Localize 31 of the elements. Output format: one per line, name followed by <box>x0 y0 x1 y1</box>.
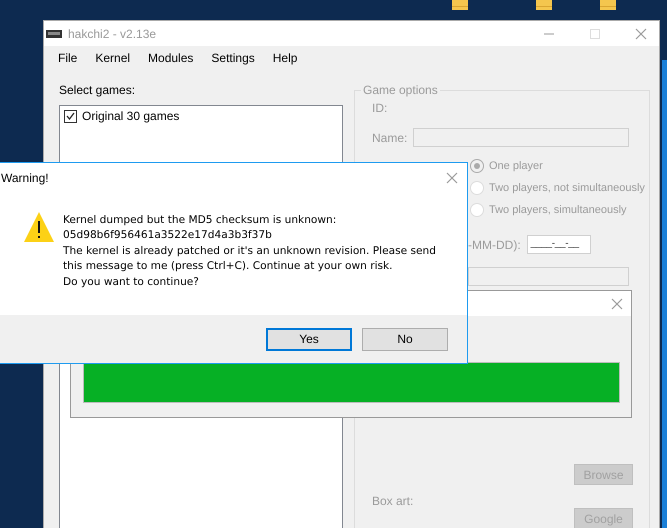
menu-item[interactable]: Kernel <box>86 50 140 64</box>
dialog-message: Kernel dumped but the MD5 checksum is unknown: 05d98b6f956461a3522e17d4a3b3f37b The kernel is already patched or it's an unknown revision. Please send this message to me (press Ctrl+C). Continue at your own risk. Do you want to continue? <box>63 212 436 290</box>
no-button[interactable]: No <box>362 328 448 351</box>
option-label: One player <box>489 160 543 172</box>
maximize-icon <box>589 28 601 40</box>
folder-icon <box>452 0 468 10</box>
dialog-title: Warning! <box>1 170 49 185</box>
close-icon <box>446 172 458 184</box>
list-item[interactable]: Original 30 games <box>82 109 180 123</box>
folder-icon <box>536 0 552 10</box>
menu-item[interactable]: Settings <box>202 50 264 64</box>
checkmark-icon <box>66 112 75 120</box>
menu-item[interactable]: File <box>49 50 86 64</box>
option-label: Two players, not simultaneously <box>489 182 645 194</box>
field-label: ID: <box>372 101 388 115</box>
app-icon <box>46 30 62 38</box>
menu-item[interactable]: Help <box>264 50 306 64</box>
option-label: Two players, simultaneously <box>489 204 627 216</box>
field-label: Select games: <box>59 83 136 97</box>
field-label: Name: <box>372 130 408 144</box>
group-title: Game options <box>361 83 440 97</box>
close-icon <box>635 28 647 40</box>
field-label: -MM-DD): <box>468 238 521 252</box>
close-icon <box>611 298 623 310</box>
folder-icon <box>600 0 616 10</box>
yes-button[interactable]: Yes <box>266 328 352 351</box>
window-title: hakchi2 - v2.13e <box>68 26 156 40</box>
checkbox[interactable] <box>64 110 77 122</box>
menu-item[interactable]: Modules <box>139 50 202 64</box>
warning-icon <box>23 210 55 243</box>
field-label: Box art: <box>372 494 414 508</box>
